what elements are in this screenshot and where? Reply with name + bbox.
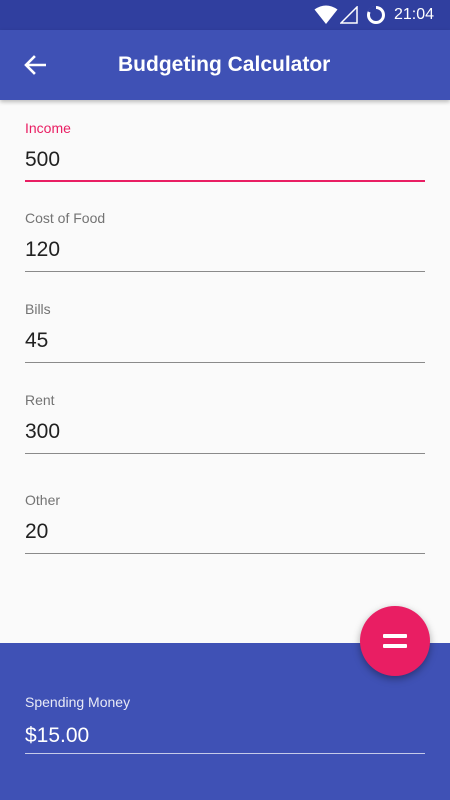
wifi-icon (314, 5, 338, 25)
cell-signal-icon (339, 5, 358, 24)
status-time: 21:04 (394, 6, 435, 23)
food-field[interactable]: Cost of Food 120 (25, 209, 425, 272)
spending-money-value: $15.00 (25, 723, 425, 754)
rent-label: Rent (25, 392, 55, 408)
rent-field[interactable]: Rent 300 (25, 391, 425, 454)
food-input[interactable]: 120 (25, 237, 425, 272)
bills-field[interactable]: Bills 45 (25, 300, 425, 363)
income-field[interactable]: Income 500 (25, 119, 425, 182)
food-label: Cost of Food (25, 210, 106, 226)
other-field[interactable]: Other 20 (25, 491, 425, 554)
status-bar: 21:04 (0, 0, 450, 30)
battery-loading-icon (366, 5, 386, 25)
income-input[interactable]: 500 (25, 147, 425, 182)
app-bar: Budgeting Calculator (0, 30, 450, 100)
income-label: Income (25, 120, 71, 136)
bills-label: Bills (25, 301, 51, 317)
rent-input[interactable]: 300 (25, 419, 425, 454)
arrow-back-icon[interactable] (20, 51, 50, 79)
page-title: Budgeting Calculator (118, 53, 331, 76)
equals-icon (383, 633, 407, 649)
bills-input[interactable]: 45 (25, 328, 425, 363)
spending-money-label: Spending Money (25, 694, 131, 710)
calculate-button[interactable] (360, 606, 430, 676)
other-input[interactable]: 20 (25, 519, 425, 554)
other-label: Other (25, 492, 61, 508)
